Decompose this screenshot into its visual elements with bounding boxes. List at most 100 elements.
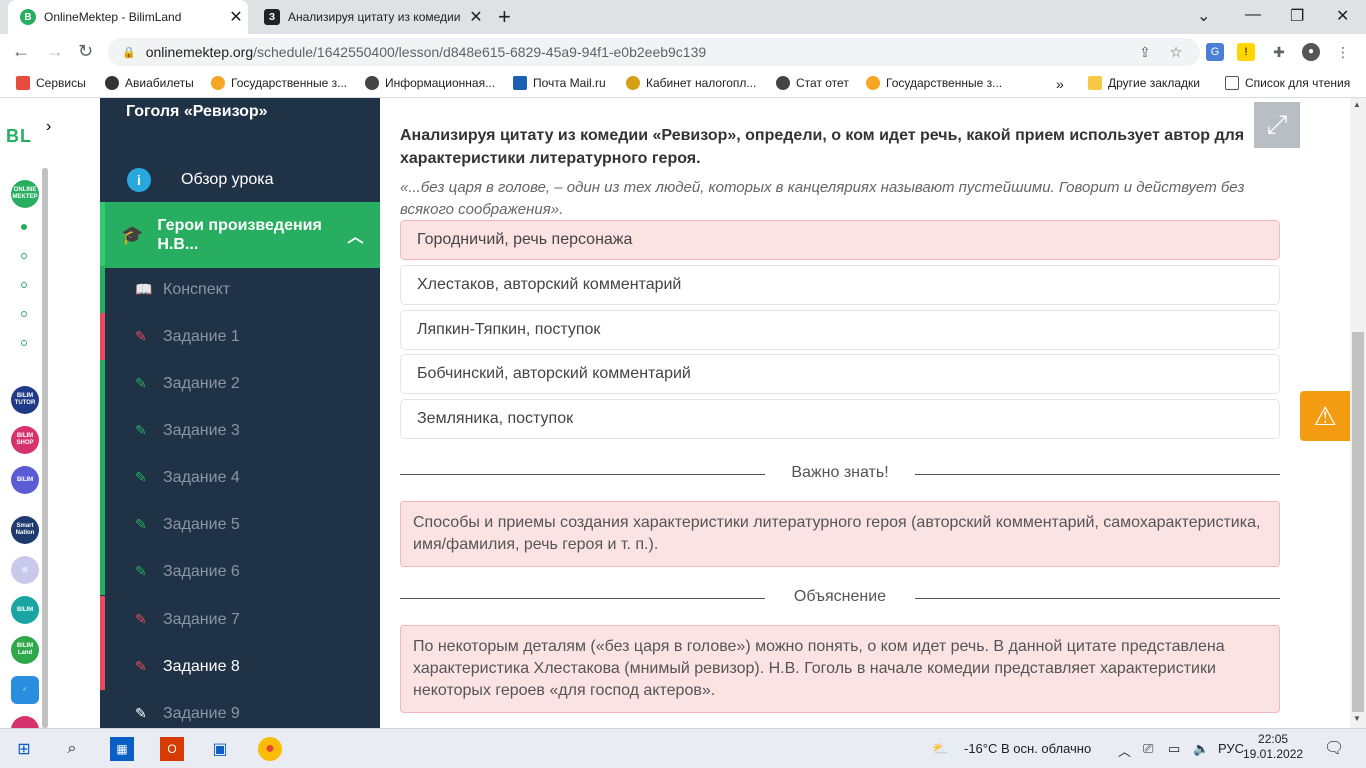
tab-question[interactable]: З Анализируя цитату из комедии ✕ [252, 0, 488, 34]
emblem-icon [866, 76, 880, 90]
tray-chevron-up-icon[interactable]: ︿ [1118, 741, 1131, 760]
sidebar-item[interactable]: ✎ Задание 8 [100, 643, 380, 690]
answer-option[interactable]: Городничий, речь персонажа [400, 220, 1280, 260]
answer-option[interactable]: Ляпкин-Тяпкин, поступок [400, 310, 1280, 350]
bookmarks-more[interactable]: » [1056, 76, 1064, 92]
bookmark-mail[interactable]: Почта Mail.ru [513, 76, 606, 90]
fullscreen-expand-icon[interactable]: ⤢ [1254, 102, 1300, 148]
lock-icon[interactable]: 🔒 [122, 46, 136, 59]
new-tab-icon[interactable]: + [498, 4, 511, 30]
bookmark-stat[interactable]: Стат отет [776, 76, 849, 90]
lesson-title: Гоголя «Ревизор» [126, 103, 268, 120]
bilimland-app-icon[interactable]: BILIM Land [11, 636, 39, 664]
profile-avatar-icon[interactable]: ● [1302, 43, 1320, 61]
page-content: BL ONLINE MEKTEP BILIM TUTOR BILIM SHOP … [0, 98, 1366, 728]
minimize-icon[interactable]: — [1245, 6, 1261, 24]
close-tab-icon[interactable]: ✕ [224, 7, 248, 27]
sidebar-item[interactable]: ✎ Задание 9 [100, 690, 380, 728]
info-icon: i [127, 168, 151, 192]
bookmark-gos-2[interactable]: Государственные з... [866, 76, 1002, 90]
progress-dot [21, 253, 27, 259]
menu-kebab-icon[interactable]: ⋮ [1334, 43, 1352, 61]
bookmark-aviabilety[interactable]: Авиабилеты [105, 76, 194, 90]
yandex-extension-icon[interactable]: ! [1237, 43, 1255, 61]
bilim-class-app-icon[interactable]: BILIM [11, 596, 39, 624]
question-text: Анализируя цитату из комедии «Ревизор», … [400, 127, 1245, 167]
translate-extension-icon[interactable]: G [1206, 43, 1224, 61]
share-icon[interactable]: ⇪ [1136, 43, 1154, 61]
progress-dot [21, 340, 27, 346]
address-bar[interactable]: 🔒 onlinemektep.org/schedule/1642550400/l… [108, 38, 1200, 66]
store-app-icon[interactable]: ▦ [110, 737, 134, 761]
bilim-shop-app-icon[interactable]: BILIM SHOP [11, 426, 39, 454]
notifications-icon[interactable]: 🗨 [1324, 738, 1344, 758]
rail-toggle-arrow-icon[interactable]: › [46, 118, 51, 136]
restore-icon[interactable]: ❐ [1290, 6, 1304, 26]
search-icon[interactable]: ⌕ [60, 737, 84, 761]
tab-search-icon[interactable]: ⌄ [1197, 6, 1210, 26]
volume-icon[interactable]: 🔈 [1193, 741, 1209, 757]
smart-nation-app-icon[interactable]: Smart Nation [11, 516, 39, 544]
file-explorer-icon[interactable]: ▣ [208, 737, 232, 761]
edit-icon: ✎ [135, 328, 147, 344]
chrome-app-icon[interactable]: ● [258, 737, 282, 761]
answer-option[interactable]: Земляника, поступок [400, 399, 1280, 439]
weather-text[interactable]: -16°C В осн. облачно [964, 741, 1091, 756]
sidebar-item[interactable]: ✎ Задание 7 [100, 596, 380, 643]
explanation-box: По некоторым деталям («без царя в голове… [400, 625, 1280, 713]
sidebar-item-label: Задание 8 [163, 657, 240, 675]
report-warning-icon[interactable]: ⚠ [1300, 391, 1350, 441]
sidebar-item-label: Конспект [163, 280, 231, 298]
clock[interactable]: 22:05 19.01.2022 [1243, 732, 1303, 762]
sidebar-item[interactable]: ✎ Задание 1 [100, 313, 380, 360]
chevron-up-icon[interactable]: ︿ [347, 223, 363, 247]
answer-option[interactable]: Бобчинский, авторский комментарий [400, 354, 1280, 394]
bookmark-star-icon[interactable]: ☆ [1167, 43, 1185, 61]
sidebar-item[interactable]: ✎ Задание 3 [100, 407, 380, 454]
close-tab-icon[interactable]: ✕ [464, 7, 488, 27]
reload-icon[interactable]: ↻ [78, 41, 93, 62]
close-window-icon[interactable]: ✕ [1336, 6, 1349, 26]
bilim-app-icon[interactable]: BILIM [11, 466, 39, 494]
extra-app-icon[interactable] [11, 716, 39, 728]
quote-text: «...без царя в голове, – один из тех люд… [400, 179, 1245, 218]
lesson-overview-item[interactable]: i Обзор урока [100, 156, 380, 204]
network-icon[interactable]: ▭ [1168, 741, 1180, 757]
bilim-tutor-app-icon[interactable]: BILIM TUTOR [11, 386, 39, 414]
sidebar-item[interactable]: ✎ Задание 4 [100, 454, 380, 501]
reading-list[interactable]: Список для чтения [1225, 76, 1350, 90]
answer-option[interactable]: Хлестаков, авторский комментарий [400, 265, 1280, 305]
edit-icon: ✎ [135, 705, 147, 721]
library-app-icon[interactable]: ▤ [11, 556, 39, 584]
bookmark-other[interactable]: Другие закладки [1088, 76, 1200, 90]
office-app-icon[interactable]: O [160, 737, 184, 761]
sidebar-item-label: Задание 9 [163, 704, 240, 722]
book-icon: 📖 [135, 281, 153, 297]
windows-start-icon[interactable]: ⊞ [12, 737, 36, 761]
sidebar-item[interactable]: 📖 Конспект [100, 266, 380, 313]
test-app-icon[interactable]: ✓ [11, 676, 39, 704]
bookmark-info[interactable]: Информационная... [365, 76, 495, 90]
language-indicator[interactable]: РУС [1218, 741, 1244, 756]
tab-onlinemektep[interactable]: B OnlineMektep - BilimLand ✕ [8, 0, 248, 34]
sidebar-item-label: Задание 7 [163, 610, 240, 628]
tray-device-icon[interactable]: ⎚ [1143, 741, 1153, 757]
forward-icon[interactable]: → [46, 41, 64, 62]
sidebar-item[interactable]: ✎ Задание 6 [100, 548, 380, 595]
sidebar-item[interactable]: ✎ Задание 2 [100, 360, 380, 407]
main-scrollbar[interactable]: ▲ ▼ [1350, 98, 1366, 728]
extensions-puzzle-icon[interactable]: ✚ [1270, 43, 1288, 61]
sidebar-item-label: Задание 2 [163, 374, 240, 392]
bookmark-tax[interactable]: Кабинет налогопл... [626, 76, 756, 90]
bookmark-gos-1[interactable]: Государственные з... [211, 76, 347, 90]
sidebar-item[interactable]: ✎ Задание 5 [100, 501, 380, 548]
weather-icon[interactable]: ⛅ [932, 741, 948, 757]
section-heroes[interactable]: 🎓 Герои произведения Н.В... ︿ [100, 202, 380, 268]
bookmark-services[interactable]: Сервисы [16, 76, 86, 90]
rail-scrollbar[interactable] [42, 168, 48, 728]
onlinemektep-app-icon[interactable]: ONLINE MEKTEP [11, 180, 39, 208]
sidebar-item-label: Задание 6 [163, 562, 240, 580]
globe-icon [365, 76, 379, 90]
back-icon[interactable]: ← [12, 41, 30, 62]
explanation-heading: Объяснение [793, 588, 887, 605]
